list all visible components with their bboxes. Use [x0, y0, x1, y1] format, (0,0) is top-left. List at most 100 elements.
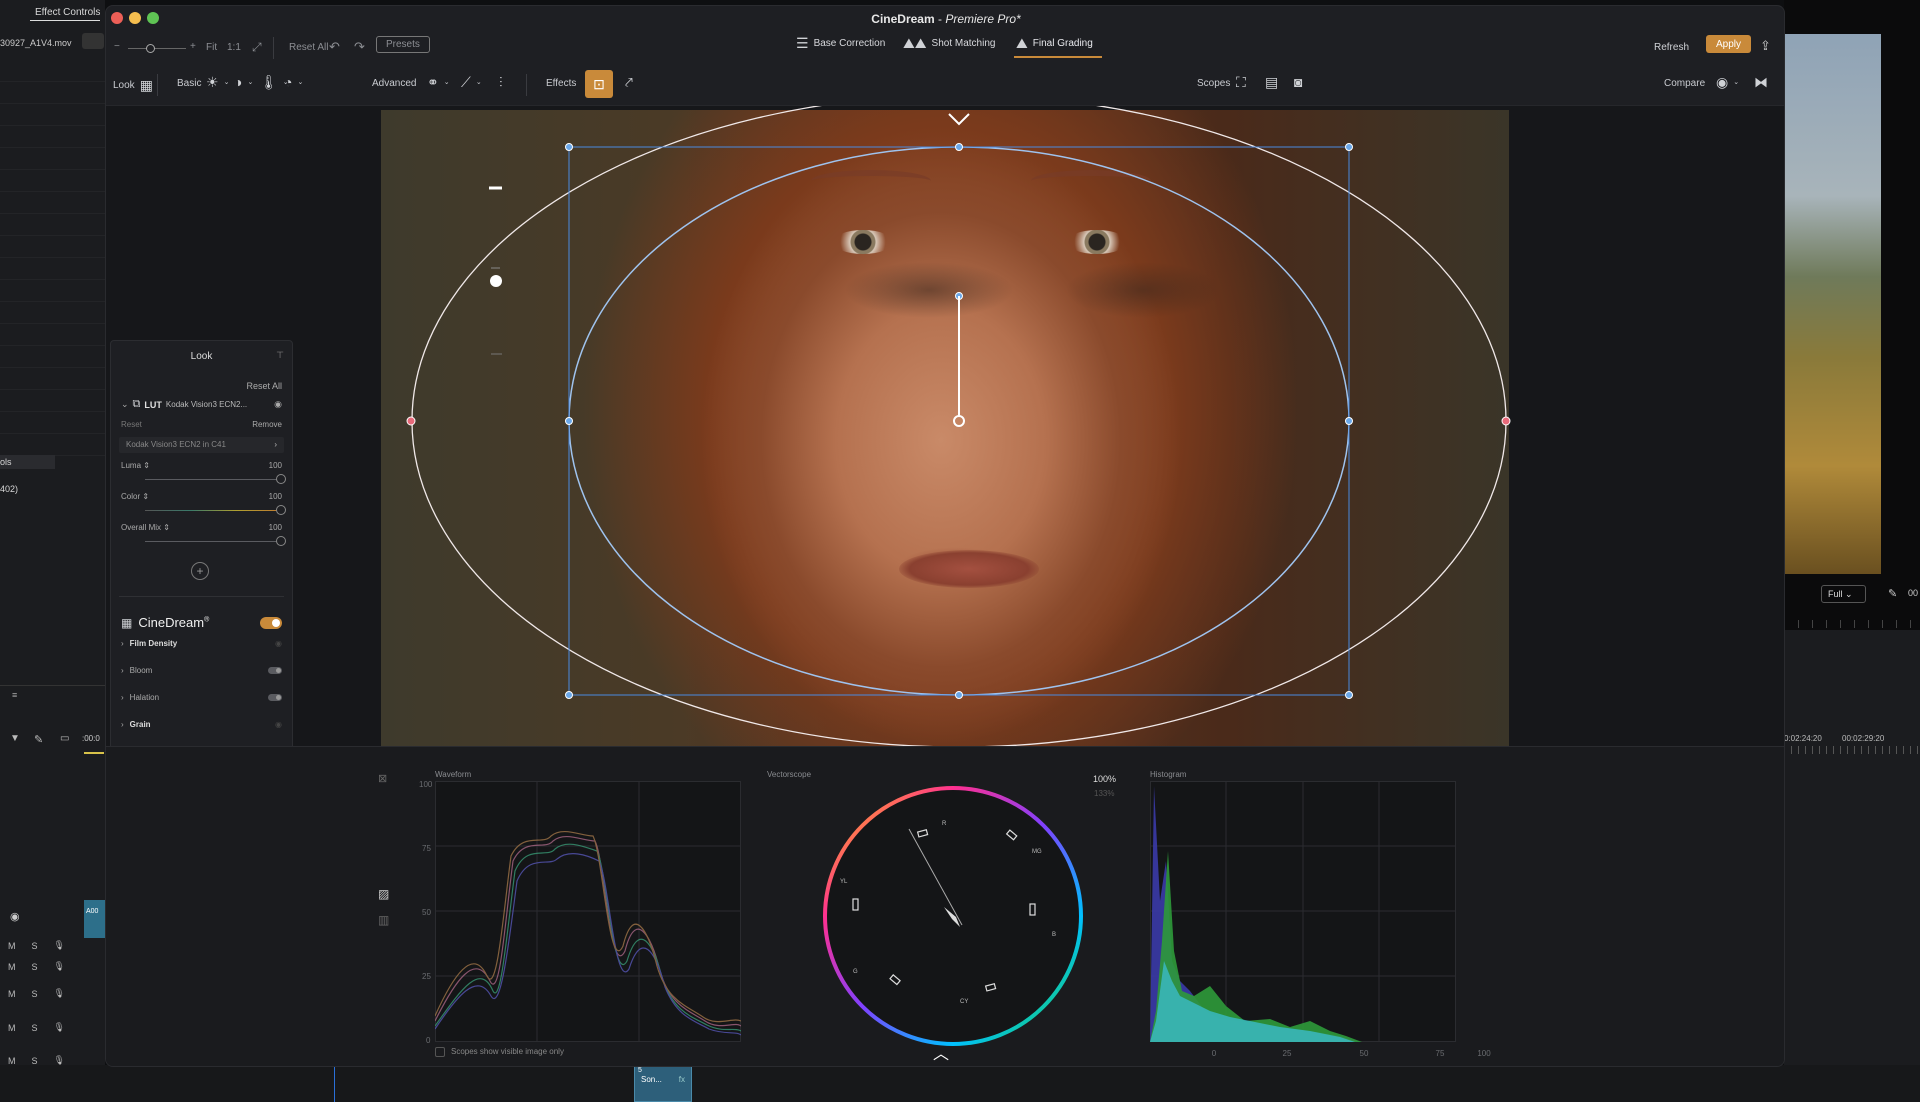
image-viewer[interactable]: Look ⊤ Reset All ⌄ ⧉ LUT Kodak Vision3 E… — [106, 106, 1785, 746]
look-reset-all[interactable]: Reset All — [111, 381, 292, 391]
visibility-eye-icon[interactable]: ◉ — [275, 720, 282, 729]
zoom-100-button[interactable]: 100% — [1093, 774, 1116, 784]
solo-button[interactable]: S — [32, 989, 38, 999]
waveform-mode-icon[interactable]: ▨ — [378, 887, 389, 901]
marker-icon[interactable]: ▼ — [10, 733, 20, 744]
solo-button[interactable]: S — [32, 1056, 38, 1066]
cinedream-toggle[interactable] — [260, 616, 282, 629]
mute-button[interactable]: M — [8, 1023, 16, 1033]
tab-final-grading[interactable]: ⛰ Final Grading — [1016, 36, 1093, 50]
fit-button[interactable]: Fit — [206, 42, 217, 53]
zoom-in-icon[interactable]: + — [190, 41, 196, 52]
fullscreen-icon[interactable]: ⤢ — [252, 40, 262, 55]
shot-matching-icon: ⛰⛰ — [903, 35, 927, 51]
clip-chip[interactable]: A00 — [84, 900, 105, 938]
skin-tone-icon[interactable]: ◙ — [1294, 75, 1302, 89]
vignette-focus-icon[interactable]: ⊡ — [585, 70, 613, 98]
mute-button[interactable]: M — [8, 1056, 16, 1066]
parade-mode-icon[interactable]: ▥ — [378, 913, 389, 927]
halation-toggle[interactable] — [268, 694, 282, 701]
vignette-overlay[interactable] — [106, 106, 1785, 746]
visible-image-checkbox[interactable] — [435, 1047, 445, 1057]
solo-button[interactable]: S — [32, 941, 38, 951]
timeline-ruler[interactable] — [1784, 746, 1920, 754]
look-button[interactable]: Look ▦ — [113, 78, 153, 92]
effect-halation[interactable]: › Halation — [111, 693, 292, 702]
histogram-tick-25: 25 — [1282, 1049, 1292, 1058]
exposure-icon[interactable]: ☀ ⌄ — [206, 75, 229, 89]
scrub-ruler[interactable] — [1784, 620, 1920, 628]
eye-icon[interactable]: ◉ — [10, 910, 20, 923]
mute-button[interactable]: M — [8, 989, 16, 999]
redo-icon[interactable]: ↷ — [354, 39, 365, 55]
bloom-toggle[interactable] — [268, 667, 282, 674]
lut-header[interactable]: ⌄ ⧉ LUT Kodak Vision3 ECN2... ◉ — [111, 399, 292, 410]
color-wheels-icon[interactable]: ⚭ ⌄ — [427, 75, 450, 89]
apply-button[interactable]: Apply — [1706, 35, 1752, 53]
maximize-window-button[interactable] — [147, 12, 159, 24]
overall-mix-slider[interactable] — [145, 541, 282, 542]
zoom-slider-knob[interactable] — [146, 44, 155, 53]
wrench-icon[interactable]: ✎ — [34, 733, 43, 746]
track-row-2: M S 🎙 — [8, 961, 65, 972]
magic-wand-icon[interactable]: ⤤ — [625, 75, 633, 89]
one-to-one-button[interactable]: 1:1 — [227, 42, 241, 53]
settings-wrench-icon[interactable]: ✎ — [1888, 587, 1897, 600]
parade-scope-icon[interactable]: ▤ — [1265, 75, 1278, 89]
caption-icon[interactable]: ▭ — [60, 733, 69, 744]
sliders-icon[interactable]: ⫶ — [499, 75, 503, 89]
split-compare-icon[interactable]: ⧓ — [1754, 75, 1768, 89]
zoom-out-icon[interactable]: − — [114, 41, 120, 52]
lut-reset-button[interactable]: Reset — [121, 420, 142, 429]
expand-scopes-chevron-icon[interactable]: ︿ — [933, 1047, 949, 1063]
share-icon[interactable]: ⇪ — [1760, 38, 1771, 54]
mic-icon[interactable]: 🎙 — [54, 961, 65, 972]
effect-controls-tab[interactable]: Effect Controls — [35, 7, 100, 18]
resolution-select[interactable]: Full ⌄ — [1821, 585, 1866, 603]
menu-icon[interactable]: ≡ — [12, 690, 17, 700]
vectorscope-title: Vectorscope — [767, 770, 812, 779]
tab-base-correction[interactable]: ☰ Base Correction — [796, 36, 885, 50]
refresh-button[interactable]: Refresh — [1654, 42, 1689, 53]
speed-icon[interactable]: ◔ ⌄ — [284, 75, 303, 89]
lut-select[interactable]: Kodak Vision3 ECN2 in C41 › — [119, 437, 284, 453]
zoom-133-button[interactable]: 133% — [1094, 789, 1114, 798]
chevron-down-icon[interactable]: ⌄ — [121, 399, 129, 410]
effect-bloom[interactable]: › Bloom — [111, 666, 292, 675]
lut-remove-button[interactable]: Remove — [252, 420, 282, 429]
playhead[interactable] — [334, 1065, 335, 1102]
curves-icon[interactable]: ⟋ ⌄ — [461, 75, 482, 89]
color-slider-knob[interactable] — [276, 505, 286, 515]
presets-button[interactable]: Presets — [376, 36, 430, 53]
pin-icon[interactable]: ⊤ — [276, 350, 284, 361]
mic-icon[interactable]: 🎙 — [54, 988, 65, 999]
luma-slider-knob[interactable] — [276, 474, 286, 484]
visibility-eye-icon[interactable]: ◉ — [275, 639, 282, 648]
solo-button[interactable]: S — [32, 962, 38, 972]
tab-shot-matching[interactable]: ⛰⛰ Shot Matching — [903, 36, 995, 50]
mute-button[interactable]: M — [8, 962, 16, 972]
clip-menu-button[interactable] — [82, 33, 104, 49]
close-window-button[interactable] — [111, 12, 123, 24]
minimize-window-button[interactable] — [129, 12, 141, 24]
color-slider[interactable] — [145, 510, 282, 511]
waveform-tick-75: 75 — [422, 844, 431, 853]
luma-slider[interactable] — [145, 479, 282, 480]
scope-image-icon[interactable]: ⊠ — [378, 772, 387, 785]
mute-button[interactable]: M — [8, 941, 16, 951]
audio-clip[interactable]: 5 Son... fx — [634, 1065, 692, 1102]
mic-icon[interactable]: 🎙 — [54, 940, 65, 951]
overall-mix-slider-knob[interactable] — [276, 536, 286, 546]
undo-icon[interactable]: ↶ — [329, 39, 340, 55]
visibility-eye-icon[interactable]: ◉ — [274, 399, 282, 410]
contrast-icon[interactable]: ◑ ⌄ — [234, 75, 253, 89]
eye-compare-icon[interactable]: ◉ ⌄ — [1716, 75, 1739, 89]
solo-button[interactable]: S — [32, 1023, 38, 1033]
zoom-slider[interactable] — [128, 48, 186, 49]
add-lut-button[interactable]: + — [191, 562, 209, 580]
waveform-scope-icon[interactable]: ⛶ — [1236, 75, 1246, 89]
mic-icon[interactable]: 🎙 — [54, 1022, 65, 1033]
effect-grain[interactable]: › Grain ◉ — [111, 720, 292, 729]
effect-film-density[interactable]: › Film Density ◉ — [111, 639, 292, 648]
reset-all-button[interactable]: Reset All — [289, 42, 328, 53]
